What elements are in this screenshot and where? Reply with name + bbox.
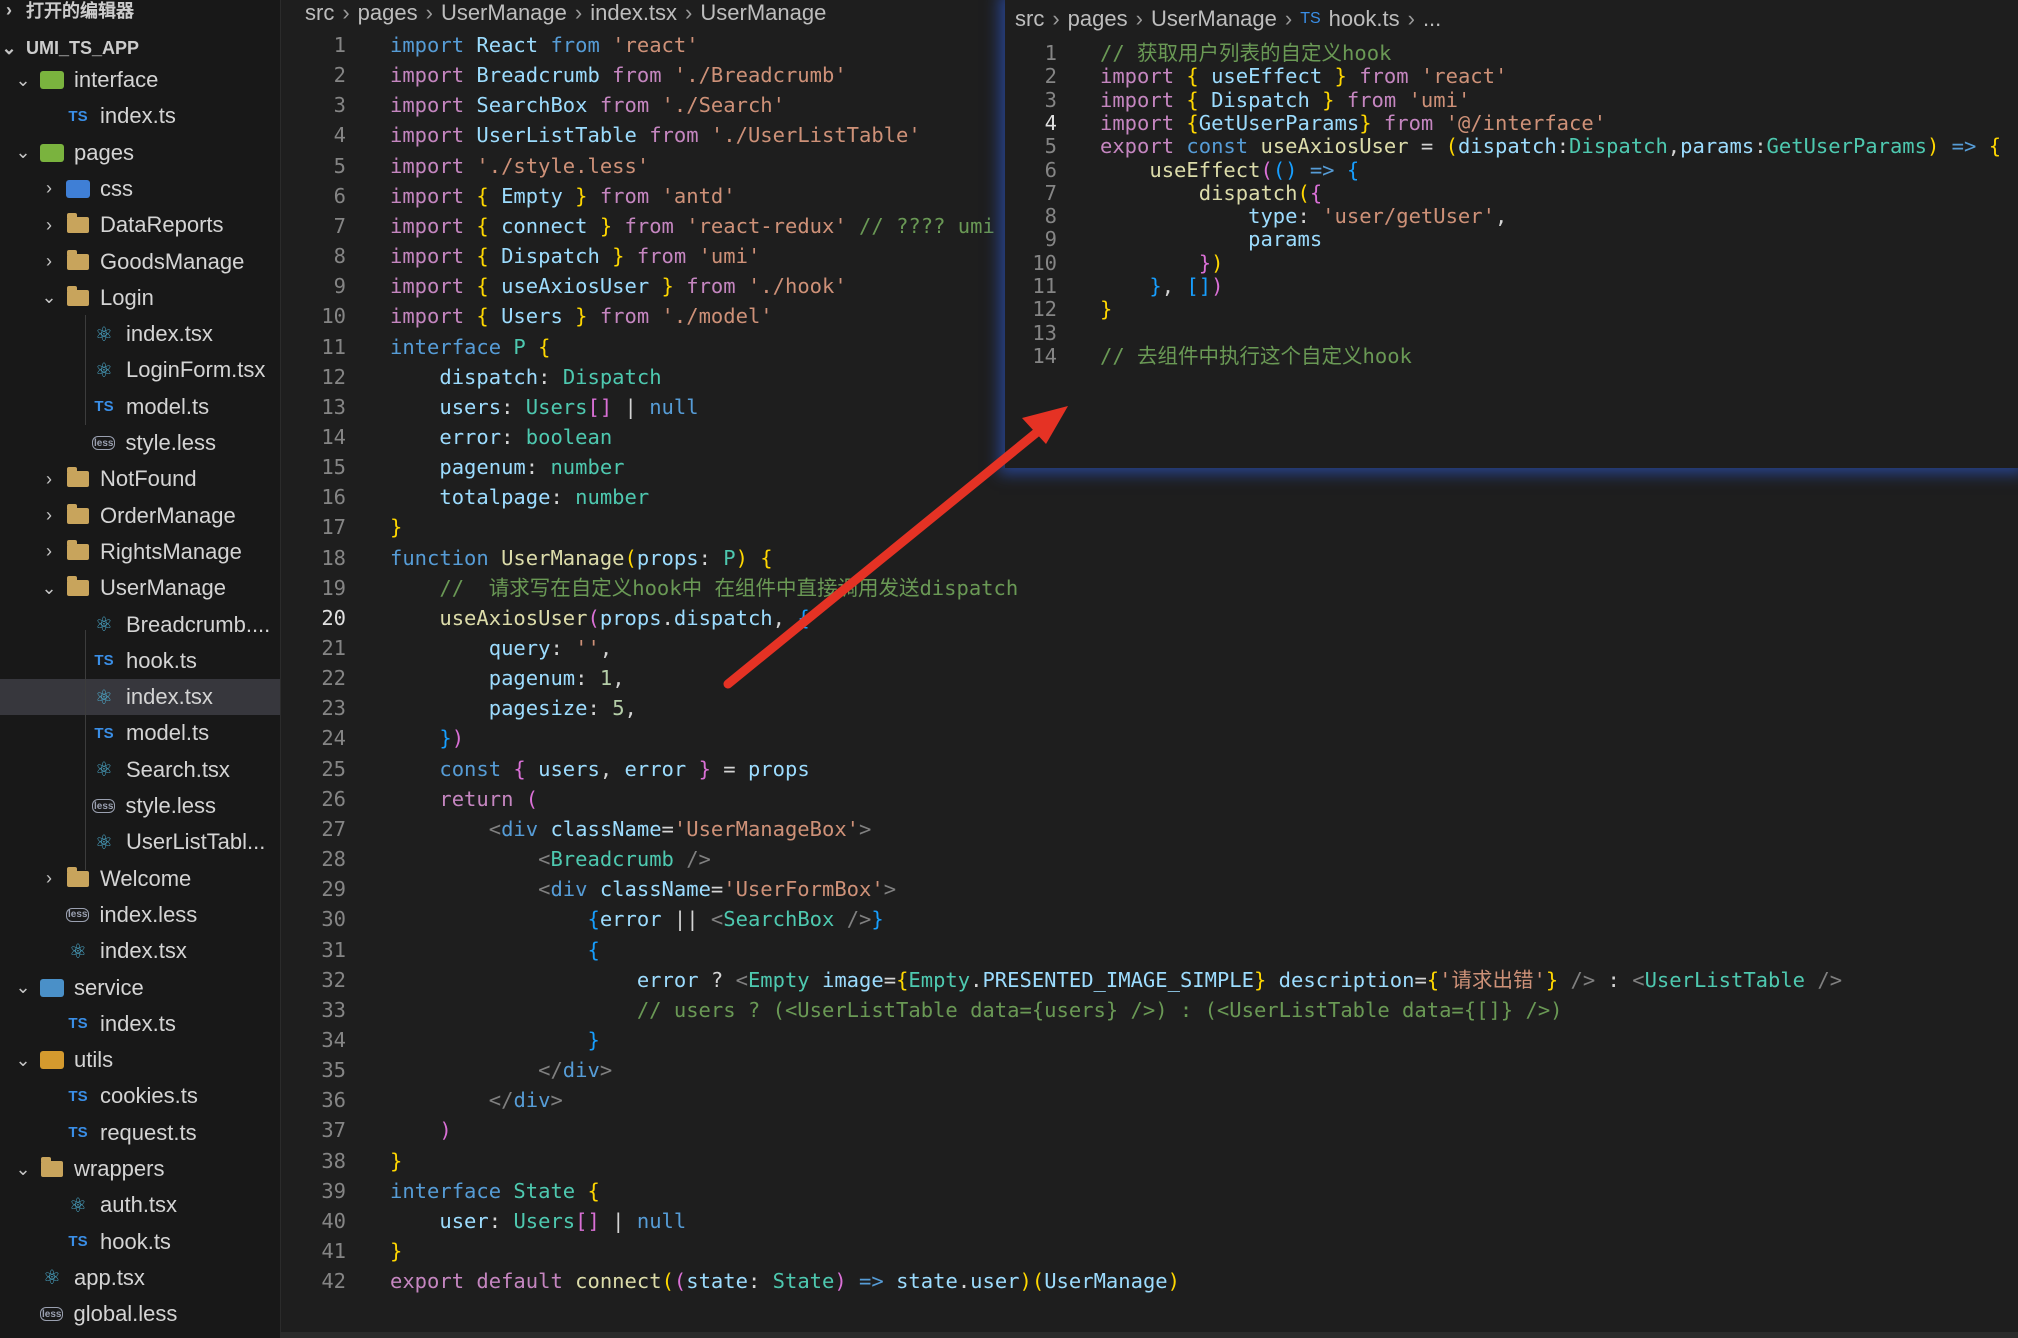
annotation-arrow [723, 406, 1068, 689]
arrow-shaft [723, 415, 1057, 689]
